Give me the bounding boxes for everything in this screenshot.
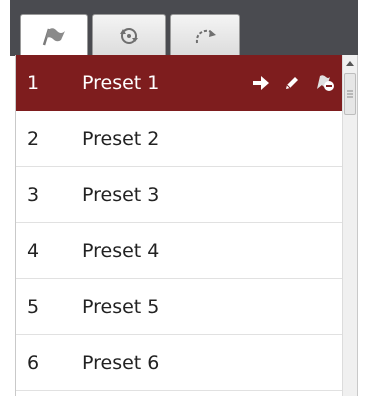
preset-number: 3 — [27, 183, 40, 206]
preset-actions — [252, 74, 344, 92]
tab-pattern[interactable] — [170, 14, 240, 56]
redo-arrow-icon — [191, 25, 219, 47]
preset-name: Preset 2 — [82, 127, 160, 150]
preset-name: Preset 6 — [82, 351, 160, 374]
preset-row-4[interactable]: 4 Preset 4 — [16, 223, 344, 279]
preset-name: Preset 1 — [82, 71, 160, 94]
preset-number: 6 — [27, 351, 40, 374]
patrol-cycle-icon — [116, 25, 142, 47]
preset-name: Preset 4 — [82, 239, 160, 262]
preset-list-panel: 1 Preset 1 2 Preset 2 3 Preset 3 4 Prese… — [15, 55, 358, 396]
preset-row-3[interactable]: 3 Preset 3 — [16, 167, 344, 223]
preset-number: 2 — [27, 127, 40, 150]
scroll-up-arrow-icon[interactable] — [343, 55, 357, 71]
preset-row-1[interactable]: 1 Preset 1 — [16, 55, 344, 111]
go-to-arrow-icon[interactable] — [252, 75, 270, 91]
preset-name: Preset 3 — [82, 183, 160, 206]
preset-name: Preset 5 — [82, 295, 160, 318]
tab-patrols[interactable] — [92, 14, 166, 56]
preset-row-5[interactable]: 5 Preset 5 — [16, 279, 344, 335]
preset-number: 1 — [27, 71, 40, 94]
tab-presets[interactable] — [20, 14, 88, 56]
preset-number: 4 — [27, 239, 40, 262]
preset-row-6[interactable]: 6 Preset 6 — [16, 335, 344, 391]
vertical-scrollbar[interactable] — [342, 55, 357, 396]
pencil-edit-icon[interactable] — [284, 75, 300, 91]
preset-row-2[interactable]: 2 Preset 2 — [16, 111, 344, 167]
delete-preset-icon[interactable] — [314, 74, 336, 92]
tab-bar — [10, 0, 358, 56]
flag-icon — [40, 25, 68, 47]
preset-number: 5 — [27, 295, 40, 318]
preset-list: 1 Preset 1 2 Preset 2 3 Preset 3 4 Prese… — [16, 55, 344, 391]
scrollbar-thumb[interactable] — [344, 73, 356, 115]
